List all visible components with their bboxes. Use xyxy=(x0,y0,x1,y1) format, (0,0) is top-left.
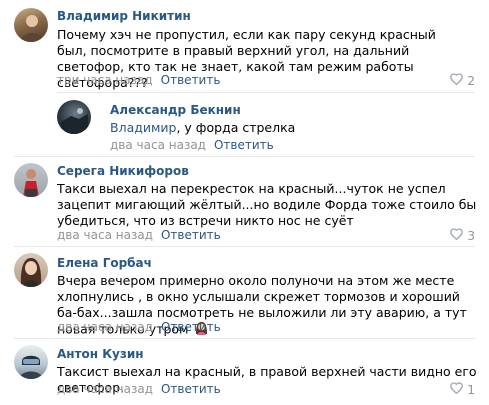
avatar[interactable] xyxy=(57,100,91,134)
avatar[interactable] xyxy=(14,163,48,197)
comment-meta: два часа назад Ответить xyxy=(110,138,274,152)
separator xyxy=(14,338,475,339)
like-button[interactable]: 3 xyxy=(450,228,475,243)
comment-meta: два часа назад Ответить xyxy=(57,228,221,242)
comment-meta: три часа назад Ответить xyxy=(57,73,220,87)
like-count: 3 xyxy=(467,228,475,243)
author-name[interactable]: Александр Бекнин xyxy=(110,103,241,117)
comment-text: Такси выехал на перекресток на красный..… xyxy=(57,181,477,228)
heart-icon xyxy=(450,228,464,243)
comment-meta: два часа назад Ответить xyxy=(57,382,221,396)
timestamp[interactable]: два часа назад xyxy=(57,382,153,396)
reply-button[interactable]: Ответить xyxy=(161,382,221,396)
mention-link[interactable]: Владимир xyxy=(110,120,176,135)
separator xyxy=(14,156,475,157)
timestamp[interactable]: три часа назад xyxy=(57,73,153,87)
like-count: 1 xyxy=(467,382,475,397)
avatar[interactable] xyxy=(14,8,48,42)
timestamp[interactable]: два часа назад xyxy=(57,320,153,334)
heart-icon xyxy=(450,73,464,88)
separator xyxy=(14,246,475,247)
author-name[interactable]: Серега Никифоров xyxy=(57,164,189,178)
reply-button[interactable]: Ответить xyxy=(214,138,274,152)
reply-button[interactable]: Ответить xyxy=(161,73,221,87)
author-name[interactable]: Елена Горбач xyxy=(57,256,152,270)
reply-button[interactable]: Ответить xyxy=(161,320,221,334)
author-name[interactable]: Владимир Никитин xyxy=(57,9,191,23)
reply-text: , у форда стрелка xyxy=(176,120,296,135)
timestamp[interactable]: два часа назад xyxy=(57,228,153,242)
avatar[interactable] xyxy=(14,253,48,287)
like-button[interactable]: 2 xyxy=(450,73,475,88)
heart-icon xyxy=(450,382,464,397)
reply-button[interactable]: Ответить xyxy=(161,228,221,242)
comment-meta: два часа назад Ответить xyxy=(57,320,221,334)
timestamp[interactable]: два часа назад xyxy=(110,138,206,152)
author-name[interactable]: Антон Кузин xyxy=(57,347,144,361)
like-button[interactable]: 1 xyxy=(450,382,475,397)
like-count: 2 xyxy=(467,73,475,88)
comment-text: Владимир, у форда стрелка xyxy=(110,120,470,136)
avatar[interactable] xyxy=(14,345,48,379)
separator xyxy=(57,92,475,93)
